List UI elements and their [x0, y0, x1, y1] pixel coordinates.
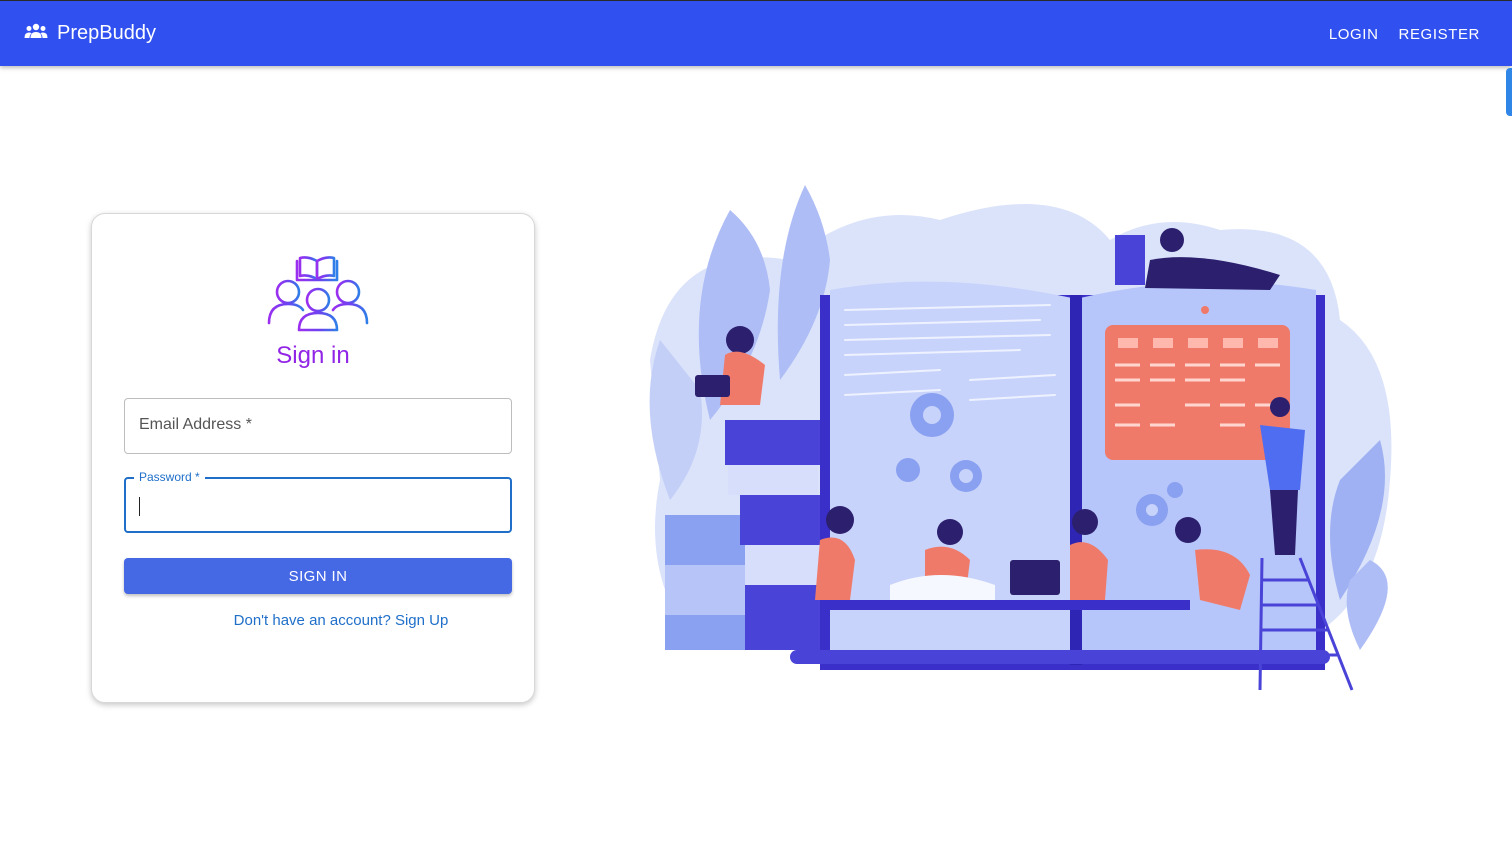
app-name: PrepBuddy	[57, 22, 156, 44]
text-caret	[139, 497, 140, 516]
brand[interactable]: PrepBuddy	[24, 22, 156, 45]
password-field[interactable]: Password *	[124, 470, 512, 533]
email-field[interactable]: Email Address *	[124, 398, 512, 454]
email-label: Email Address *	[139, 416, 252, 433]
app-bar: PrepBuddy LOGIN REGISTER	[0, 0, 1512, 66]
register-button[interactable]: REGISTER	[1399, 26, 1480, 43]
top-nav: LOGIN REGISTER	[1309, 1, 1480, 67]
signup-link[interactable]: Don't have an account? Sign Up	[234, 612, 449, 629]
signin-card: Sign in Email Address * Password * SIGN …	[91, 213, 535, 703]
signin-button[interactable]: SIGN IN	[124, 558, 512, 594]
login-button[interactable]: LOGIN	[1329, 26, 1379, 43]
signin-title: Sign in	[276, 342, 350, 369]
side-tab[interactable]	[1506, 68, 1512, 116]
password-label: Password *	[134, 470, 205, 484]
study-group-book-icon	[267, 256, 369, 332]
study-group-illustration	[649, 185, 1392, 691]
group-people-icon	[24, 22, 48, 45]
signup-link-row: Don't have an account? Sign Up	[91, 612, 591, 629]
